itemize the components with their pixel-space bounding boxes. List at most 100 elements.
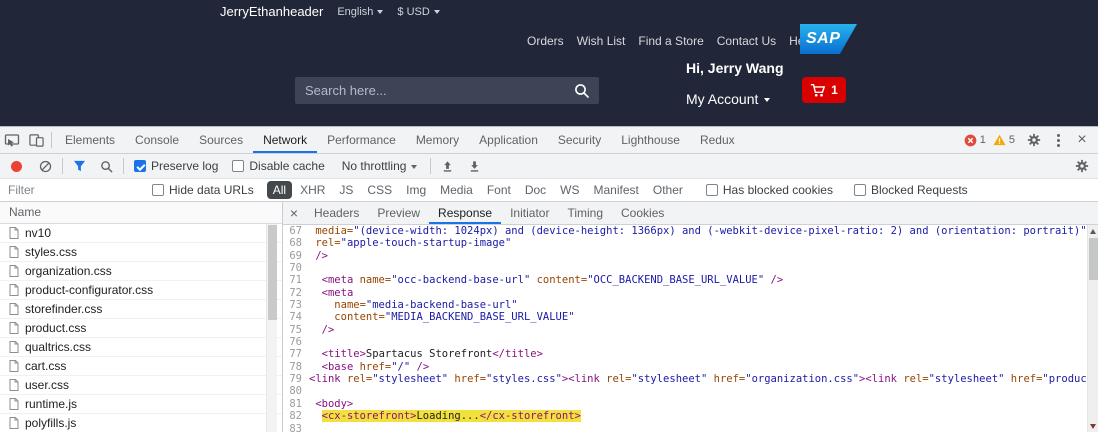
devtools-tab-lighthouse[interactable]: Lighthouse [611, 127, 690, 153]
response-tab-timing[interactable]: Timing [558, 202, 612, 224]
mini-cart-button[interactable]: 1 [802, 77, 846, 103]
preserve-log-checkbox[interactable] [134, 160, 146, 172]
devtools-tab-memory[interactable]: Memory [406, 127, 469, 153]
resource-filter-js[interactable]: JS [333, 181, 359, 199]
blocked-requests-label: Blocked Requests [870, 183, 968, 197]
token-tag: /> [416, 360, 430, 373]
more-options-icon[interactable] [1046, 127, 1070, 153]
throttling-dropdown[interactable]: No throttling [342, 159, 418, 173]
currency-selector[interactable]: $ USD [397, 6, 440, 18]
nav-link-contact-us[interactable]: Contact Us [717, 34, 776, 48]
code-scrollbar[interactable] [1087, 225, 1098, 432]
request-row-styles-css[interactable]: styles.css [0, 243, 282, 262]
nav-link-orders[interactable]: Orders [527, 34, 564, 48]
response-tab-cookies[interactable]: Cookies [612, 202, 673, 224]
request-row-product-configurator-css[interactable]: product-configurator.css [0, 281, 282, 300]
scroll-up-arrow[interactable] [1090, 229, 1096, 234]
export-har-icon[interactable] [468, 160, 481, 173]
inspect-element-icon[interactable] [0, 127, 24, 153]
request-row-product-css[interactable]: product.css [0, 319, 282, 338]
close-request-icon[interactable]: × [283, 205, 305, 221]
disable-cache-toggle[interactable]: Disable cache [232, 159, 325, 173]
resource-filter-xhr[interactable]: XHR [294, 181, 331, 199]
resource-filter-img[interactable]: Img [400, 181, 432, 199]
file-icon [9, 379, 19, 391]
request-row-nv10[interactable]: nv10 [0, 224, 282, 243]
resource-filter-doc[interactable]: Doc [519, 181, 552, 199]
name-column-header[interactable]: Name [0, 202, 282, 224]
request-list-scrollbar[interactable] [266, 224, 277, 432]
nav-link-find-a-store[interactable]: Find a Store [638, 34, 703, 48]
device-toolbar-icon[interactable] [24, 127, 48, 153]
disable-cache-checkbox[interactable] [232, 160, 245, 172]
filter-toggle-icon[interactable] [73, 160, 86, 172]
response-code-viewer[interactable]: 67 media="(device-width: 1024px) and (de… [283, 225, 1087, 432]
line-number: 71 [289, 274, 302, 287]
settings-gear-icon[interactable] [1022, 127, 1046, 153]
request-row-storefinder-css[interactable]: storefinder.css [0, 300, 282, 319]
error-badge[interactable]: 1 [964, 134, 986, 147]
devtools-tab-console[interactable]: Console [125, 127, 189, 153]
import-har-icon[interactable] [441, 160, 454, 173]
network-settings-gear-icon[interactable] [1070, 153, 1094, 179]
devtools-tab-elements[interactable]: Elements [55, 127, 125, 153]
request-row-qualtrics-css[interactable]: qualtrics.css [0, 338, 282, 357]
response-tab-initiator[interactable]: Initiator [501, 202, 558, 224]
response-tab-response[interactable]: Response [429, 202, 501, 224]
warning-badge[interactable]: 5 [993, 134, 1015, 146]
response-tab-preview[interactable]: Preview [368, 202, 429, 224]
resource-filter-font[interactable]: Font [481, 181, 517, 199]
cart-count-badge: 1 [831, 83, 838, 97]
line-content: rel="apple-touch-startup-image" [315, 237, 511, 249]
response-tab-headers[interactable]: Headers [305, 202, 368, 224]
nav-link-wish-list[interactable]: Wish List [577, 34, 626, 48]
request-row-cart-css[interactable]: cart.css [0, 357, 282, 376]
resource-filter-media[interactable]: Media [434, 181, 479, 199]
file-icon [9, 341, 19, 353]
filter-input[interactable] [0, 183, 140, 197]
scrollbar-thumb[interactable] [268, 225, 277, 320]
sap-logo[interactable]: SAP [800, 24, 857, 54]
devtools-tab-redux[interactable]: Redux [690, 127, 745, 153]
record-button[interactable] [11, 160, 22, 172]
resource-filter-manifest[interactable]: Manifest [588, 181, 645, 199]
devtools-tab-sources[interactable]: Sources [189, 127, 253, 153]
line-content: <base href="/" /> [322, 361, 430, 373]
resource-filter-css[interactable]: CSS [361, 181, 398, 199]
hide-data-urls-toggle[interactable]: Hide data URLs [152, 183, 254, 197]
devtools-tab-performance[interactable]: Performance [317, 127, 406, 153]
blocked-requests-checkbox[interactable] [853, 184, 866, 196]
blocked-requests-toggle[interactable]: Blocked Requests [853, 183, 968, 197]
preserve-log-toggle[interactable]: Preserve log [134, 159, 218, 173]
resource-filter-other[interactable]: Other [647, 181, 689, 199]
hide-data-urls-checkbox[interactable] [152, 184, 164, 196]
clear-button[interactable] [39, 160, 52, 173]
search-icon[interactable] [574, 83, 590, 99]
request-name: styles.css [25, 245, 78, 259]
search-input[interactable] [295, 83, 574, 98]
language-selector[interactable]: English [337, 6, 384, 18]
error-icon [964, 134, 977, 147]
token-str: "(device-width: 1024px) and (device-heig… [353, 225, 1087, 237]
request-row-user-css[interactable]: user.css [0, 376, 282, 395]
resource-filter-all[interactable]: All [266, 181, 293, 199]
resource-filter-ws[interactable]: WS [554, 181, 585, 199]
token-attr: href= [454, 373, 487, 386]
request-list: nv10 styles.css organization.css product-co… [0, 224, 282, 432]
close-devtools-icon[interactable]: × [1070, 131, 1094, 149]
scroll-down-arrow[interactable] [1090, 424, 1096, 429]
request-row-organization-css[interactable]: organization.css [0, 262, 282, 281]
network-search-icon[interactable] [100, 160, 113, 173]
scrollbar-thumb[interactable] [1089, 238, 1098, 280]
code-line: 69 /> [283, 250, 1087, 262]
my-account-dropdown[interactable]: My Account [686, 91, 771, 107]
request-row-runtime-js[interactable]: runtime.js [0, 395, 282, 414]
request-row-polyfills-js[interactable]: polyfills.js [0, 414, 282, 432]
has-blocked-cookies-checkbox[interactable] [705, 184, 718, 196]
devtools-tab-network[interactable]: Network [253, 127, 317, 153]
file-icon [9, 246, 19, 258]
devtools-tab-security[interactable]: Security [548, 127, 611, 153]
has-blocked-cookies-toggle[interactable]: Has blocked cookies [705, 183, 833, 197]
devtools-tab-application[interactable]: Application [469, 127, 548, 153]
token-str: "occ-backend-base-url" [391, 274, 531, 287]
